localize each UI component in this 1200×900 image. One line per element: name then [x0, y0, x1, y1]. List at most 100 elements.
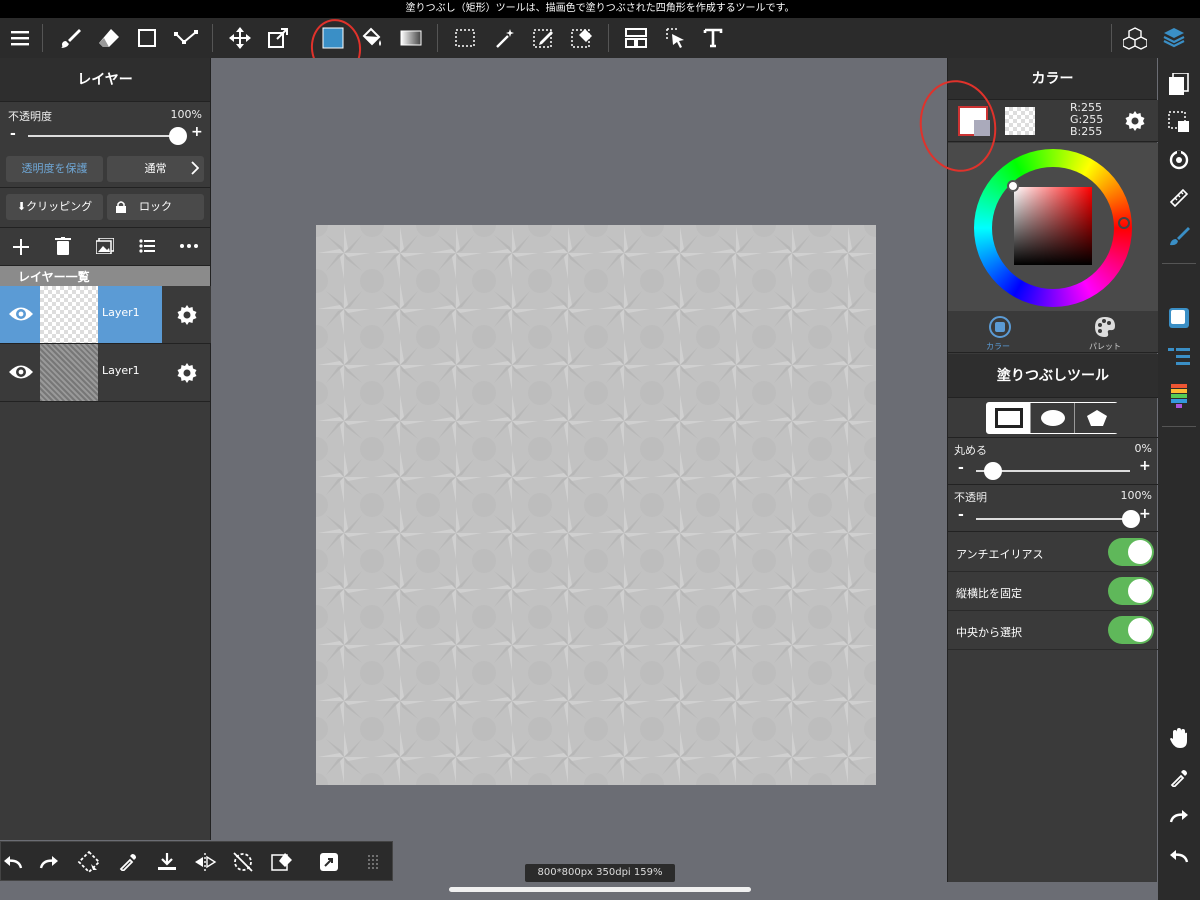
eyedropper-side-icon[interactable] [1163, 762, 1195, 794]
lock-button[interactable]: ロック [107, 194, 204, 220]
more-options-icon[interactable] [180, 244, 198, 248]
rgb-readout: R:255 G:255 B:255 [1070, 102, 1103, 138]
canvas-status: 800*800px 350dpi 159% [525, 864, 675, 882]
shape-rect-option[interactable] [987, 403, 1031, 433]
undo-icon[interactable] [0, 846, 29, 878]
redo-side-icon[interactable] [1163, 800, 1195, 832]
from-center-row: 中央から選択 [948, 611, 1158, 650]
fill-opacity-minus-button[interactable]: - [958, 507, 964, 523]
clipping-button[interactable]: ⬇クリッピング [6, 194, 103, 220]
visibility-eye-icon[interactable] [8, 363, 34, 381]
redo-icon[interactable] [33, 846, 65, 878]
rotate-canvas-icon[interactable] [1163, 144, 1195, 176]
select-pen-tool-icon[interactable] [528, 22, 560, 54]
fill-opacity-slider-knob[interactable] [1122, 510, 1140, 528]
layer-settings-gear-icon[interactable] [176, 362, 198, 384]
shape-polygon-option[interactable] [1075, 403, 1118, 433]
right-panel: カラー R:255 G:255 B:255 カラー パレット 塗りつぶしツール … [947, 58, 1158, 882]
tab-color[interactable]: カラー [948, 311, 1053, 353]
layer-name: Layer1 [102, 364, 140, 377]
fill-opacity-label: 不透明 [954, 491, 987, 504]
pages-icon[interactable] [1163, 68, 1195, 100]
sv-picker-handle[interactable] [1007, 180, 1019, 192]
layers-toggle-icon[interactable] [1158, 22, 1190, 54]
antialias-row: アンチエイリアス [948, 533, 1158, 572]
saturation-value-square[interactable] [1014, 187, 1092, 265]
opacity-slider-knob[interactable] [169, 127, 187, 145]
antialias-toggle[interactable] [1108, 538, 1154, 566]
import-down-icon[interactable] [151, 846, 183, 878]
color-panel-toggle-icon[interactable] [1163, 302, 1195, 334]
shape-segmented-control [986, 402, 1118, 434]
layer-row[interactable]: Layer1 [0, 344, 211, 402]
selection-rect-tool-icon[interactable] [131, 22, 163, 54]
magic-wand-tool-icon[interactable] [490, 22, 522, 54]
transform-rotate-icon[interactable] [73, 846, 105, 878]
visibility-eye-icon[interactable] [8, 305, 34, 323]
color-settings-gear-icon[interactable] [1124, 110, 1146, 132]
brush-settings-icon[interactable] [1163, 220, 1195, 252]
layer-row-selected[interactable]: Layer1 [0, 286, 211, 344]
shape-ellipse-option[interactable] [1031, 403, 1075, 433]
transform-tool-icon[interactable] [262, 22, 294, 54]
grip-dots-icon[interactable] [357, 846, 389, 878]
blend-mode-button[interactable]: 通常 [107, 156, 204, 182]
rotate-reset-icon[interactable] [227, 846, 259, 878]
layer-list-icon[interactable] [139, 239, 155, 253]
tab-color-label: カラー [986, 342, 1010, 351]
eraser-tool-icon[interactable] [93, 22, 125, 54]
hue-picker-handle[interactable] [1118, 217, 1130, 229]
clear-eraser-icon[interactable] [266, 846, 298, 878]
vector-tool-icon[interactable] [170, 22, 202, 54]
brush-tool-icon[interactable] [54, 22, 86, 54]
round-slider-knob[interactable] [984, 462, 1002, 480]
tool-hint-bar: 塗りつぶし（矩形）ツールは、描画色で塗りつぶされた四角形を作成するツールです。 [0, 0, 1200, 18]
select-marquee-tool-icon[interactable] [449, 22, 481, 54]
fill-opacity-slider[interactable] [976, 518, 1130, 520]
right-tool-strip [1158, 58, 1200, 900]
delete-layer-icon[interactable] [55, 237, 71, 255]
ruler-icon[interactable] [1163, 182, 1195, 214]
materials-icon[interactable] [1119, 22, 1151, 54]
menu-icon[interactable] [4, 22, 36, 54]
flip-horizontal-icon[interactable] [189, 846, 221, 878]
hand-tool-icon[interactable] [1163, 722, 1195, 754]
eyedropper-icon[interactable] [112, 846, 144, 878]
transparent-color-swatch[interactable] [1005, 107, 1035, 135]
drawing-canvas[interactable] [316, 225, 876, 785]
round-plus-button[interactable]: + [1139, 458, 1151, 474]
chevron-right-icon [191, 161, 199, 175]
round-setting: 丸める 0% - + [948, 439, 1158, 485]
layer-image-icon[interactable] [96, 238, 114, 254]
from-center-toggle[interactable] [1108, 616, 1154, 644]
layer-name: Layer1 [102, 306, 140, 319]
undo-side-icon[interactable] [1163, 840, 1195, 872]
fix-aspect-toggle[interactable] [1108, 577, 1154, 605]
palette-icon [1093, 315, 1117, 339]
selection-panel-icon[interactable] [1163, 106, 1195, 138]
color-tab-icon [988, 315, 1012, 339]
round-value: 0% [1134, 442, 1152, 455]
select-eraser-tool-icon[interactable] [566, 22, 598, 54]
text-tool-icon[interactable] [697, 22, 729, 54]
frame-divide-tool-icon[interactable] [620, 22, 652, 54]
home-indicator[interactable] [449, 887, 751, 892]
opacity-label: 不透明度 [8, 110, 52, 123]
quick-action-icon[interactable] [313, 846, 345, 878]
gradient-tool-icon[interactable] [395, 22, 427, 54]
fill-tool-title: 塗りつぶしツール [948, 354, 1158, 398]
color-set-icon[interactable] [1163, 380, 1195, 412]
opacity-plus-button[interactable]: + [191, 124, 203, 140]
main-toolbar [0, 18, 1200, 58]
round-minus-button[interactable]: - [958, 460, 964, 476]
protect-alpha-button[interactable]: 透明度を保護 [6, 156, 103, 182]
operation-tool-icon[interactable] [659, 22, 691, 54]
fill-opacity-plus-button[interactable]: + [1139, 506, 1151, 522]
brush-list-icon[interactable] [1163, 341, 1195, 373]
tab-palette[interactable]: パレット [1053, 311, 1158, 353]
opacity-slider[interactable] [28, 135, 178, 137]
layer-settings-gear-icon[interactable] [176, 304, 198, 326]
add-layer-icon[interactable] [12, 238, 30, 256]
move-tool-icon[interactable] [224, 22, 256, 54]
opacity-minus-button[interactable]: - [10, 126, 16, 142]
